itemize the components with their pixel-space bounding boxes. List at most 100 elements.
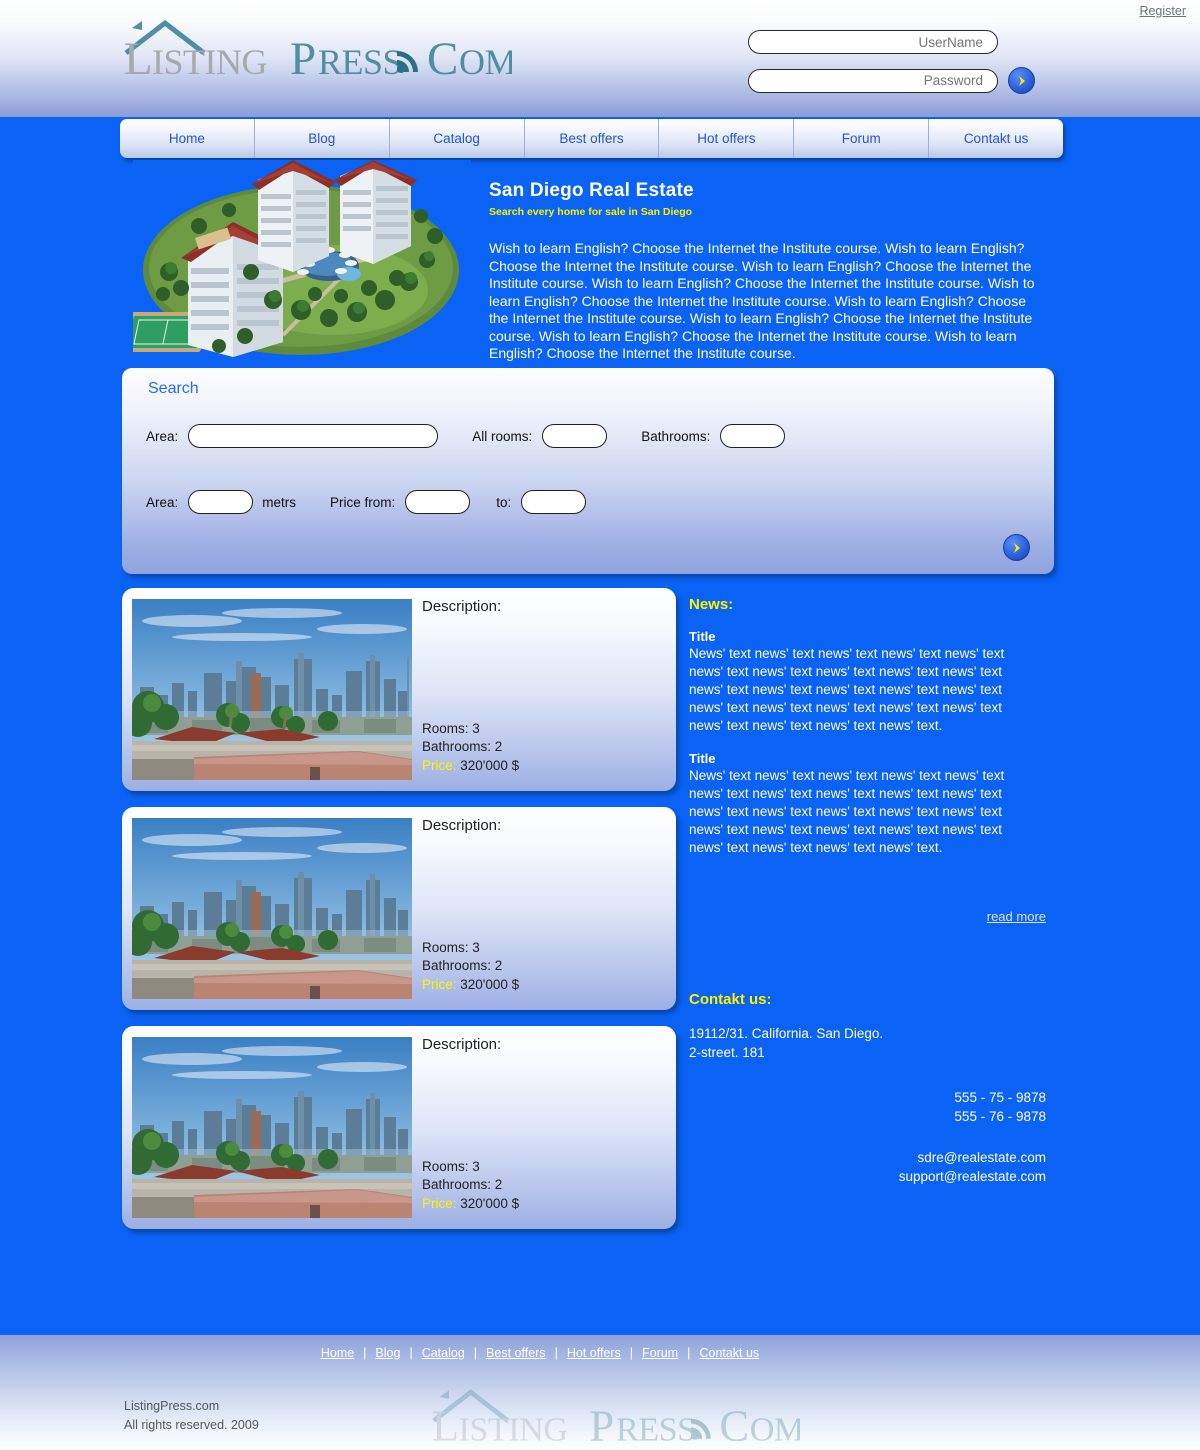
hero-title: San Diego Real Estate	[489, 180, 694, 201]
contact-email-2[interactable]: support@realestate.com	[689, 1167, 1046, 1186]
copyright-line2: All rights reserved. 2009	[124, 1418, 259, 1432]
contact-address-line2: 2-street. 181	[689, 1045, 765, 1060]
nav-item-home[interactable]: Home	[120, 119, 255, 158]
search-row-primary: Area: All rooms: Bathrooms:	[146, 424, 786, 448]
area-metrs-input[interactable]	[188, 490, 254, 514]
password-row	[748, 67, 1048, 94]
nav-item-contakt-us[interactable]: Contakt us	[929, 119, 1063, 158]
price-from-label: Price from:	[330, 494, 396, 510]
copyright-line1: ListingPress.com	[124, 1399, 220, 1413]
area-label: Area:	[146, 428, 179, 444]
listing-description-label: Description:	[422, 1036, 502, 1053]
listing-price-row: Price: 320'000 $	[422, 757, 519, 776]
listing-card[interactable]: Description: Rooms: 3 Bathrooms: 2 Price…	[122, 588, 676, 791]
main-navigation: Home Blog Catalog Best offers Hot offers…	[120, 119, 1063, 158]
hero-text-block: San Diego Real Estate Search every home …	[489, 180, 1049, 363]
listing-card[interactable]: Description: Rooms: 3 Bathrooms: 2 Price…	[122, 807, 676, 1010]
hero-body-text: Wish to learn English? Choose the Intern…	[489, 240, 1035, 361]
listing-bathrooms: Bathrooms: 2	[422, 739, 503, 754]
svg-text:P: P	[589, 1401, 614, 1445]
svg-text:OM: OM	[750, 1412, 800, 1445]
listing-results: Description: Rooms: 3 Bathrooms: 2 Price…	[122, 588, 676, 1245]
footer-separator: |	[473, 1346, 478, 1360]
footer-link-blog[interactable]: Blog	[375, 1346, 400, 1360]
listing-price-row: Price: 320'000 $	[422, 976, 519, 995]
apartment-complex-render	[133, 160, 471, 357]
login-submit-button[interactable]	[1008, 67, 1035, 94]
footer-separator: |	[629, 1346, 634, 1360]
footer-navigation: Home | Blog | Catalog | Best offers | Hot offers…	[0, 1346, 1200, 1360]
listing-details: Description: Rooms: 3 Bathrooms: 2 Price…	[422, 817, 666, 1002]
bathrooms-label: Bathrooms:	[641, 428, 711, 444]
nav-item-blog[interactable]: Blog	[255, 119, 390, 158]
contact-email-1[interactable]: sdre@realestate.com	[689, 1148, 1046, 1167]
contact-phone-2: 555 - 76 - 9878	[954, 1109, 1046, 1124]
area-input[interactable]	[188, 424, 439, 448]
contact-emails: sdre@realestate.com support@realestate.c…	[689, 1148, 1046, 1186]
search-submit-button[interactable]	[1003, 534, 1030, 561]
svg-text:C: C	[427, 33, 458, 78]
listing-price-label: Price:	[422, 1195, 457, 1211]
footer-separator: |	[363, 1346, 367, 1360]
footer-link-forum[interactable]: Forum	[642, 1346, 678, 1360]
news-item-body: News' text news' text news' text news' t…	[689, 646, 1005, 733]
san-diego-skyline-photo	[132, 818, 412, 999]
rss-icon	[397, 51, 418, 73]
area-metrs-label: Area:	[146, 494, 179, 510]
search-row-secondary: Area: metrs Price from: to:	[146, 490, 587, 514]
news-item-title: Title	[689, 629, 716, 644]
listing-details: Description: Rooms: 3 Bathrooms: 2 Price…	[422, 1036, 666, 1221]
listing-price-row: Price: 320'000 $	[422, 1195, 519, 1214]
listing-image	[132, 599, 412, 780]
password-input[interactable]	[748, 68, 998, 93]
contact-phone-1: 555 - 75 - 9878	[954, 1090, 1046, 1105]
footer-link-best-offers[interactable]: Best offers	[486, 1346, 546, 1360]
nav-item-hot-offers[interactable]: Hot offers	[659, 119, 795, 158]
footer-link-hot-offers[interactable]: Hot offers	[567, 1346, 621, 1360]
nav-item-best-offers[interactable]: Best offers	[525, 119, 660, 158]
all-rooms-input[interactable]	[542, 424, 608, 448]
news-item-title: Title	[689, 751, 716, 766]
logo-graphic: L ISTING P RESS C OM	[124, 19, 512, 78]
nav-item-forum[interactable]: Forum	[794, 119, 930, 158]
username-input[interactable]	[748, 30, 998, 54]
svg-text:RESS: RESS	[318, 42, 402, 78]
search-panel-title: Search	[148, 380, 199, 397]
price-to-input[interactable]	[521, 490, 587, 514]
site-logo[interactable]: L ISTING P RESS C OM	[122, 16, 512, 78]
svg-text:ISTING: ISTING	[458, 1412, 567, 1445]
listing-details: Description: Rooms: 3 Bathrooms: 2 Price…	[422, 598, 666, 783]
listing-card[interactable]: Description: Rooms: 3 Bathrooms: 2 Price…	[122, 1026, 676, 1229]
svg-text:L: L	[432, 1401, 459, 1445]
svg-text:RESS: RESS	[616, 1412, 696, 1445]
listing-rooms: Rooms: 3	[422, 1158, 480, 1174]
svg-text:P: P	[290, 33, 316, 78]
listing-meta: Rooms: 3 Bathrooms: 2 Price: 320'000 $	[422, 1158, 519, 1214]
bathrooms-input[interactable]	[720, 424, 786, 448]
footer-link-contakt-us[interactable]: Contakt us	[699, 1346, 759, 1360]
price-from-input[interactable]	[405, 490, 471, 514]
listing-price-label: Price:	[422, 757, 457, 773]
listing-price-value: 320'000 $	[460, 1195, 520, 1211]
price-to-label: to:	[496, 494, 512, 510]
sidebar: News: Title News' text news' text news' …	[689, 596, 1049, 1186]
nav-item-catalog[interactable]: Catalog	[390, 119, 525, 158]
all-rooms-label: All rooms:	[472, 428, 533, 444]
footer-link-catalog[interactable]: Catalog	[422, 1346, 465, 1360]
svg-text:OM: OM	[459, 42, 512, 78]
footer-separator: |	[687, 1346, 691, 1360]
metrs-unit-label: metrs	[262, 494, 297, 510]
san-diego-skyline-photo	[132, 599, 412, 780]
news-item: Title News' text news' text news' text n…	[689, 629, 1049, 735]
listing-price-label: Price:	[422, 976, 457, 992]
listing-price-value: 320'000 $	[460, 757, 520, 773]
footer-link-home[interactable]: Home	[321, 1346, 354, 1360]
login-form	[748, 30, 1048, 94]
listing-image	[132, 1037, 412, 1218]
read-more-link[interactable]: read more	[689, 909, 1046, 924]
logo-graphic: L ISTING P RESS C OM	[432, 1389, 804, 1450]
register-link[interactable]: Register	[1139, 4, 1186, 18]
hero-section: San Diego Real Estate Search every home …	[0, 160, 1200, 365]
site-footer: Home | Blog | Catalog | Best offers | Hot offers…	[0, 1332, 1200, 1450]
listing-price-value: 320'000 $	[460, 976, 520, 992]
